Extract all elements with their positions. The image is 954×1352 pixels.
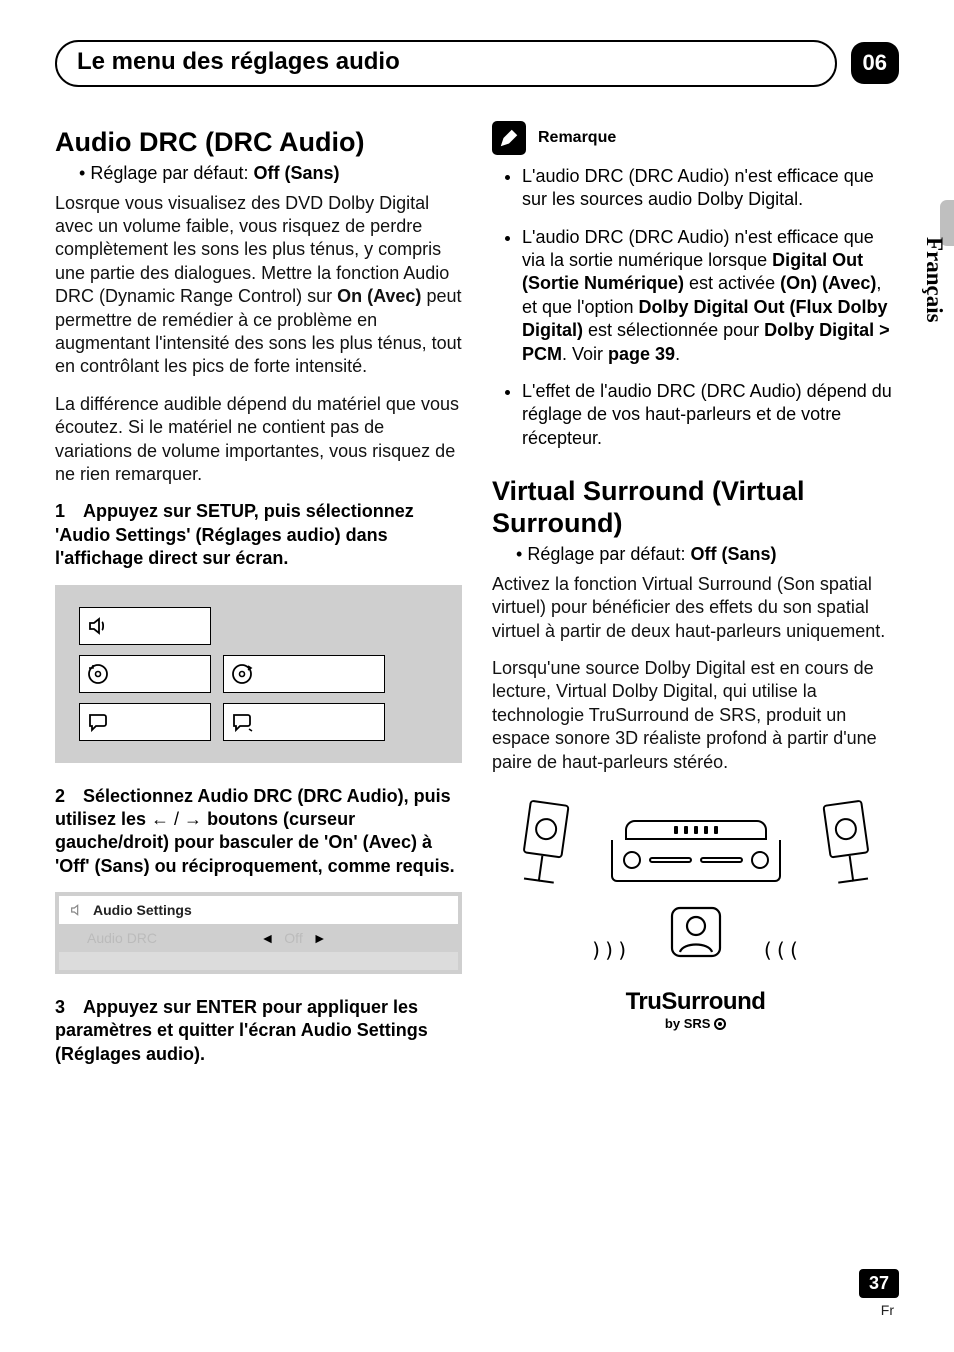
- note-icon: [492, 121, 526, 155]
- osd-row: [79, 655, 438, 693]
- setting-value: Off: [284, 930, 302, 946]
- osd-cell-lang1: [79, 703, 211, 741]
- step-text: Appuyez sur SETUP, puis sélectionnez 'Au…: [55, 501, 414, 568]
- settings-value-row: Audio DRC ◄ Off ►: [59, 924, 458, 952]
- listener-icon: [666, 902, 726, 962]
- bullet: •: [516, 544, 522, 564]
- osd-cell-audio: [79, 607, 211, 645]
- step-2: 2Sélectionnez Audio DRC (DRC Audio), pui…: [55, 785, 462, 879]
- default-value: Off (Sans): [690, 544, 776, 564]
- bold-text: page 39: [608, 344, 675, 364]
- osd-cell-video1: [79, 655, 211, 693]
- default-value: Off (Sans): [253, 163, 339, 183]
- osd-row: [79, 703, 438, 741]
- text: .: [675, 344, 680, 364]
- list-item: L'audio DRC (DRC Audio) n'est efficace q…: [522, 226, 899, 366]
- sound-wave-left-icon: ))): [590, 938, 629, 962]
- speech-icon: [86, 710, 110, 734]
- logo-main: TruSurround: [626, 988, 766, 1016]
- paragraph: Lorsqu'une source Dolby Digital est en c…: [492, 657, 899, 774]
- speaker-icon: [86, 614, 110, 638]
- logo-sub: by SRS: [626, 1016, 766, 1031]
- speech-arrow-icon: [230, 710, 254, 734]
- bold-text: On (Avec): [337, 286, 421, 306]
- step-1: 1Appuyez sur SETUP, puis sélectionnez 'A…: [55, 500, 462, 570]
- right-arrow-icon: ►: [313, 930, 327, 946]
- header-row: Le menu des réglages audio 06: [55, 40, 899, 87]
- settings-panel-diagram: Audio Settings Audio DRC ◄ Off ►: [55, 892, 462, 974]
- setting-label: Audio DRC: [87, 930, 157, 946]
- arrow-glyphs: ← / →: [151, 809, 202, 829]
- default-setting-row: • Réglage par défaut: Off (Sans): [492, 544, 899, 565]
- speaker-diagram: ))) ((( TruSurround by SRS: [492, 792, 899, 1031]
- trusurround-logo: TruSurround by SRS: [626, 988, 766, 1031]
- list-item: L'audio DRC (DRC Audio) n'est efficace q…: [522, 165, 899, 212]
- disc-b-icon: [230, 662, 254, 686]
- content-columns: Audio DRC (DRC Audio) • Réglage par défa…: [55, 121, 899, 1080]
- osd-cell-lang2: [223, 703, 385, 741]
- diagram-bottom-row: ))) (((: [590, 902, 800, 962]
- default-label: Réglage par défaut:: [527, 544, 690, 564]
- settings-bottom-bar: [59, 952, 458, 970]
- note-title: Remarque: [538, 129, 616, 147]
- language-tab: Français: [914, 200, 954, 360]
- text: . Voir: [562, 344, 608, 364]
- section-heading-drc: Audio DRC (DRC Audio): [55, 127, 462, 159]
- right-column: Remarque L'audio DRC (DRC Audio) n'est e…: [492, 121, 899, 1080]
- step-number: 1: [55, 500, 83, 523]
- speaker-left-icon: [509, 788, 581, 885]
- paragraph: Losrque vous visualisez des DVD Dolby Di…: [55, 192, 462, 379]
- section-heading-vs: Virtual Surround (Virtual Surround): [492, 476, 899, 540]
- osd-row: [79, 607, 438, 645]
- page-language-code: Fr: [881, 1302, 894, 1318]
- settings-tab-label: Audio Settings: [93, 902, 192, 918]
- settings-top-row: Audio Settings: [59, 896, 458, 924]
- text: by: [665, 1016, 684, 1031]
- page: Le menu des réglages audio 06 Français A…: [0, 0, 954, 1352]
- default-label: Réglage par défaut:: [90, 163, 253, 183]
- page-number: 37: [859, 1269, 899, 1298]
- osd-cell-video2: [223, 655, 385, 693]
- osd-menu-diagram: [55, 585, 462, 763]
- disc-a-icon: [86, 662, 110, 686]
- step-number: 3: [55, 996, 83, 1019]
- sound-wave-right-icon: (((: [762, 938, 801, 962]
- step-number: 2: [55, 785, 83, 808]
- receiver-icon: [611, 820, 781, 882]
- chapter-title: Le menu des réglages audio: [55, 40, 837, 87]
- text: est activée: [684, 273, 780, 293]
- bold-text: (On) (Avec): [780, 273, 876, 293]
- default-setting-row: • Réglage par défaut: Off (Sans): [55, 163, 462, 184]
- left-column: Audio DRC (DRC Audio) • Réglage par défa…: [55, 121, 462, 1080]
- step-text: Appuyez sur ENTER pour appliquer les par…: [55, 997, 428, 1064]
- step-3: 3Appuyez sur ENTER pour appliquer les pa…: [55, 996, 462, 1066]
- left-arrow-icon: ◄: [260, 930, 274, 946]
- note-header: Remarque: [492, 121, 899, 155]
- paragraph: Activez la fonction Virtual Surround (So…: [492, 573, 899, 643]
- bullet: •: [79, 163, 85, 183]
- chapter-number: 06: [851, 42, 899, 84]
- speaker-right-icon: [811, 788, 883, 885]
- text: est sélectionnée pour: [583, 320, 764, 340]
- language-tab-label: Français: [921, 237, 947, 323]
- brand-text: SRS: [684, 1016, 711, 1031]
- paragraph: La différence audible dépend du matériel…: [55, 393, 462, 487]
- diagram-top-row: [515, 792, 877, 882]
- list-item: L'effet de l'audio DRC (DRC Audio) dépen…: [522, 380, 899, 450]
- srs-dot-icon: [714, 1018, 726, 1030]
- note-list: L'audio DRC (DRC Audio) n'est efficace q…: [492, 165, 899, 450]
- speaker-icon: [69, 902, 85, 918]
